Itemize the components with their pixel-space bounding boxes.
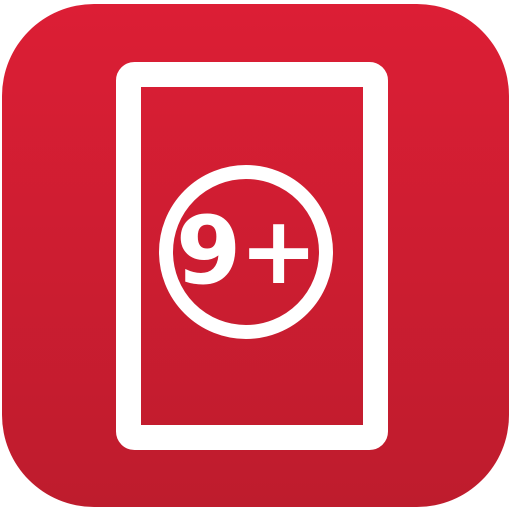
icon-canvas: 9+ (0, 0, 512, 512)
app-icon[interactable]: 9+ (0, 0, 512, 512)
age-rating-label: 9+ (176, 197, 316, 306)
